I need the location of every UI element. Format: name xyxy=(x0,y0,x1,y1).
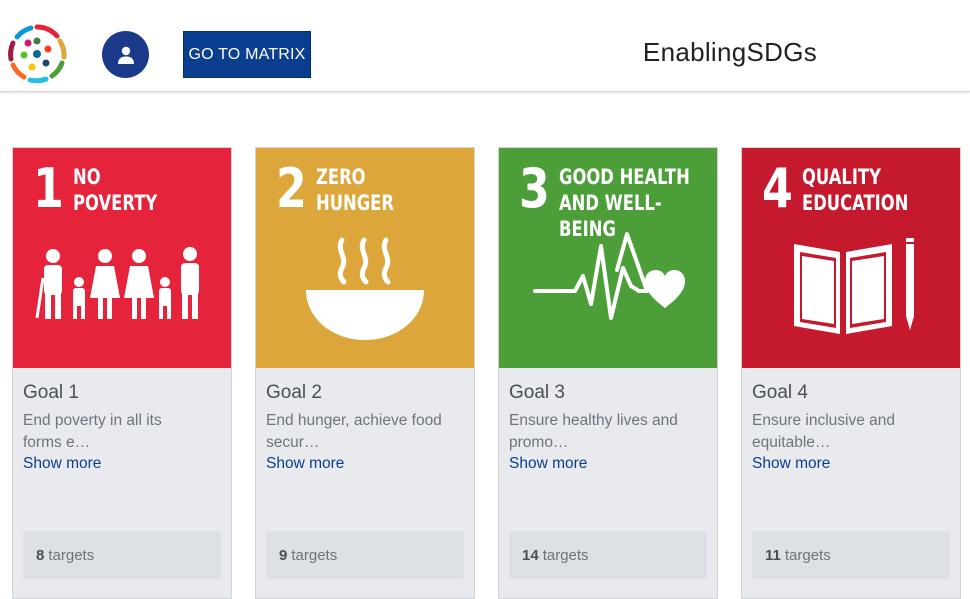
goal-title: Goal 4 xyxy=(752,382,808,403)
targets-count: 14 xyxy=(522,546,539,564)
goal-tile-1[interactable]: 1 NO POVERTY xyxy=(13,148,231,368)
goal-description: Ensure healthy lives and promo… xyxy=(509,412,678,451)
targets-count-box[interactable]: 9 targets xyxy=(266,531,464,579)
goal-tile-3[interactable]: 3 GOOD HEALTH AND WELL-BEING xyxy=(499,148,717,368)
goal-card-1[interactable]: 1 NO POVERTY Goal 1 End poverty in all i… xyxy=(12,147,232,599)
bowl-icon xyxy=(306,237,424,340)
user-avatar-button[interactable] xyxy=(102,31,149,78)
targets-label: targets xyxy=(784,546,831,564)
goal-title: Goal 2 xyxy=(266,382,322,403)
sdg-wheel-logo[interactable] xyxy=(2,19,72,89)
top-strip xyxy=(0,0,970,17)
goal-card-3[interactable]: 3 GOOD HEALTH AND WELL-BEING Goal 3 Ensu… xyxy=(498,147,718,599)
targets-count-box[interactable]: 11 targets xyxy=(752,531,950,579)
go-to-matrix-button[interactable]: GO TO MATRIX xyxy=(183,31,311,78)
goal-description: End poverty in all its forms e… xyxy=(23,412,162,451)
targets-count: 8 xyxy=(36,546,45,564)
targets-count-box[interactable]: 14 targets xyxy=(509,531,707,579)
goal-description: Ensure inclusive and equitable… xyxy=(752,412,896,451)
show-more-link[interactable]: Show more xyxy=(23,455,221,473)
goal-description: End hunger, achieve food secur… xyxy=(266,412,442,451)
goal-title: Goal 3 xyxy=(509,382,565,403)
family-icon xyxy=(35,247,199,319)
site-title: EnablingSDGs xyxy=(642,37,818,67)
show-more-link[interactable]: Show more xyxy=(752,455,950,473)
book-pencil-icon xyxy=(794,238,914,334)
goal-card-4[interactable]: 4 QUALITY EDUCATION Goal 4 Ensure inclus… xyxy=(741,147,961,599)
show-more-link[interactable]: Show more xyxy=(266,455,464,473)
targets-count-box[interactable]: 8 targets xyxy=(23,531,221,579)
targets-label: targets xyxy=(542,546,589,564)
targets-label: targets xyxy=(291,546,338,564)
goal-tile-4[interactable]: 4 QUALITY EDUCATION xyxy=(742,148,960,368)
site-header: GO TO MATRIX EnablingSDGs xyxy=(0,17,970,92)
targets-count: 9 xyxy=(279,546,288,564)
targets-count: 11 xyxy=(765,546,781,564)
targets-label: targets xyxy=(48,546,95,564)
goal-tile-2[interactable]: 2 ZERO HUNGER xyxy=(256,148,474,368)
goal-card-2[interactable]: 2 ZERO HUNGER Goal 2 End hunger, achieve… xyxy=(255,147,475,599)
heartbeat-icon xyxy=(533,232,685,320)
user-icon xyxy=(117,46,134,64)
goal-title: Goal 1 xyxy=(23,382,79,403)
show-more-link[interactable]: Show more xyxy=(509,455,707,473)
